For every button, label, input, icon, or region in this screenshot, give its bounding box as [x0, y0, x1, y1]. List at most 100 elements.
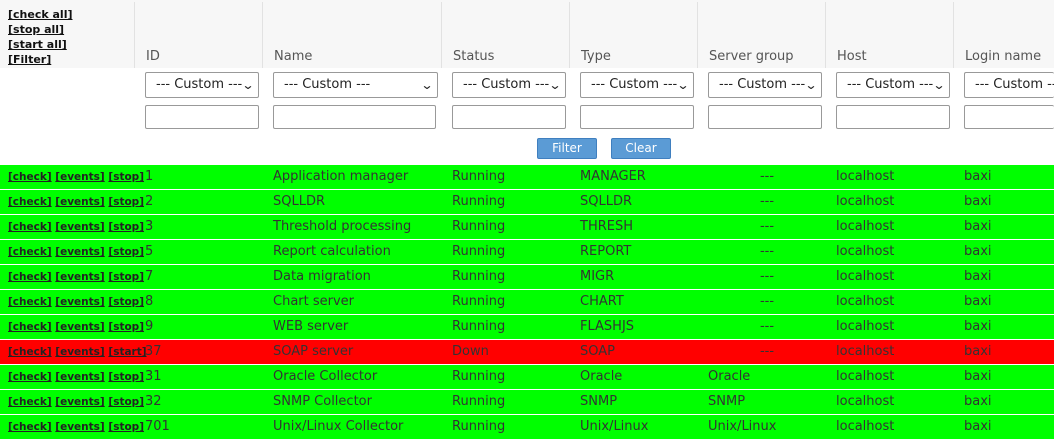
- stop-link[interactable]: [stop]: [108, 196, 144, 208]
- cell-server-group: ---: [759, 294, 775, 309]
- events-link[interactable]: [events]: [55, 396, 104, 408]
- column-header-login-name-label: Login name: [965, 49, 1042, 64]
- check-link[interactable]: [check]: [8, 196, 52, 208]
- table-row[interactable]: [check] [events] [stop] 3 Threshold proces…: [0, 215, 1054, 239]
- check-all-link[interactable]: [check all]: [8, 8, 73, 21]
- id-filter-input[interactable]: [145, 105, 259, 129]
- table-row[interactable]: [check] [events] [stop] 5 Report calculati…: [0, 240, 1054, 264]
- column-header-status[interactable]: Status: [442, 2, 570, 68]
- host-filter-select[interactable]: --- Custom --- ⌄: [836, 72, 950, 98]
- type-filter-select[interactable]: --- Custom --- ⌄: [580, 72, 694, 98]
- table-row[interactable]: [check] [events] [stop] 1 Application mana…: [0, 165, 1054, 189]
- cell-name: SQLLDR: [273, 194, 326, 209]
- column-header-login-name[interactable]: Login name: [954, 2, 1054, 68]
- check-link[interactable]: [check]: [8, 371, 52, 383]
- table-row[interactable]: [check] [events] [stop] 701 Unix/Linux Col…: [0, 415, 1054, 439]
- cell-host: localhost: [836, 394, 895, 409]
- check-link[interactable]: [check]: [8, 221, 52, 233]
- host-filter-input[interactable]: [836, 105, 950, 129]
- cell-name: Unix/Linux Collector: [273, 419, 404, 434]
- column-header-name[interactable]: Name: [263, 2, 442, 68]
- start-all-link[interactable]: [start all]: [8, 38, 67, 51]
- name-filter-select[interactable]: --- Custom --- ⌄: [273, 72, 438, 98]
- clear-button[interactable]: Clear: [611, 138, 671, 159]
- events-link[interactable]: [events]: [55, 246, 104, 258]
- stop-link[interactable]: [stop]: [108, 371, 144, 383]
- events-link[interactable]: [events]: [55, 196, 104, 208]
- cell-host: localhost: [836, 344, 895, 359]
- cell-status: Down: [452, 344, 489, 359]
- cell-id: 701: [145, 419, 170, 434]
- check-link[interactable]: [check]: [8, 321, 52, 333]
- cell-name: Application manager: [273, 169, 409, 184]
- events-link[interactable]: [events]: [55, 371, 104, 383]
- stop-link[interactable]: [stop]: [108, 396, 144, 408]
- check-link[interactable]: [check]: [8, 396, 52, 408]
- events-link[interactable]: [events]: [55, 221, 104, 233]
- start-link[interactable]: [start]: [108, 346, 146, 358]
- table-header: [check all] [stop all] [start all] [Filt…: [0, 0, 1054, 160]
- stop-all-link[interactable]: [stop all]: [8, 23, 64, 36]
- process-table-body: [check] [events] [stop] 1 Application mana…: [0, 165, 1054, 440]
- check-link[interactable]: [check]: [8, 421, 52, 433]
- login-name-filter-input[interactable]: [964, 105, 1054, 129]
- stop-link[interactable]: [stop]: [108, 321, 144, 333]
- table-row[interactable]: [check] [events] [stop] 9 WEB server Runnin…: [0, 315, 1054, 339]
- name-filter-input[interactable]: [273, 105, 436, 129]
- stop-link[interactable]: [stop]: [108, 221, 144, 233]
- cell-login-name: baxi: [964, 269, 992, 284]
- events-link[interactable]: [events]: [55, 321, 104, 333]
- chevron-down-icon: ⌄: [676, 78, 690, 92]
- check-link[interactable]: [check]: [8, 246, 52, 258]
- cell-type: Oracle: [580, 369, 623, 384]
- table-row[interactable]: [check] [events] [stop] 32 SNMP Collector R…: [0, 390, 1054, 414]
- status-filter-input[interactable]: [452, 105, 566, 129]
- column-header-host[interactable]: Host: [826, 2, 954, 68]
- table-row[interactable]: [check] [events] [stop] 31 Oracle Collecto…: [0, 365, 1054, 389]
- events-link[interactable]: [events]: [55, 346, 104, 358]
- cell-host: localhost: [836, 369, 895, 384]
- cell-host: localhost: [836, 169, 895, 184]
- events-link[interactable]: [events]: [55, 171, 104, 183]
- check-link[interactable]: [check]: [8, 171, 52, 183]
- cell-server-group: Oracle: [708, 369, 751, 384]
- cell-host: localhost: [836, 269, 895, 284]
- check-link[interactable]: [check]: [8, 271, 52, 283]
- stop-link[interactable]: [stop]: [108, 246, 144, 258]
- type-filter-input[interactable]: [580, 105, 694, 129]
- chevron-down-icon: ⌄: [241, 78, 255, 92]
- events-link[interactable]: [events]: [55, 296, 104, 308]
- column-header-server-group-label: Server group: [709, 49, 794, 64]
- row-actions: [check] [events] [stop]: [8, 240, 144, 264]
- table-row[interactable]: [check] [events] [stop] 8 Chart server Runn…: [0, 290, 1054, 314]
- id-filter-select[interactable]: --- Custom --- ⌄: [145, 72, 259, 98]
- row-actions: [check] [events] [stop]: [8, 315, 144, 339]
- stop-link[interactable]: [stop]: [108, 271, 144, 283]
- cell-host: localhost: [836, 419, 895, 434]
- status-filter-select[interactable]: --- Custom --- ⌄: [452, 72, 566, 98]
- cell-type: FLASHJS: [580, 319, 635, 334]
- login-name-filter-select[interactable]: --- Custom ---: [964, 72, 1054, 98]
- cell-id: 2: [145, 194, 154, 209]
- filter-link[interactable]: [Filter]: [8, 53, 51, 66]
- events-link[interactable]: [events]: [55, 421, 104, 433]
- events-link[interactable]: [events]: [55, 271, 104, 283]
- stop-link[interactable]: [stop]: [108, 296, 144, 308]
- table-row[interactable]: [check] [events] [stop] 7 Data migration Ru…: [0, 265, 1054, 289]
- cell-login-name: baxi: [964, 419, 992, 434]
- check-link[interactable]: [check]: [8, 346, 52, 358]
- server-group-filter-select[interactable]: --- Custom --- ⌄: [708, 72, 822, 98]
- check-link[interactable]: [check]: [8, 296, 52, 308]
- table-row[interactable]: [check] [events] [start] 37 SOAP server Dow…: [0, 340, 1054, 364]
- column-header-type[interactable]: Type: [570, 2, 698, 68]
- column-header-server-group[interactable]: Server group: [698, 2, 826, 68]
- row-actions: [check] [events] [stop]: [8, 390, 144, 414]
- column-header-id[interactable]: ID: [135, 2, 263, 68]
- table-row[interactable]: [check] [events] [stop] 2 SQLLDR Running SQL…: [0, 190, 1054, 214]
- filter-button[interactable]: Filter: [537, 138, 597, 159]
- server-group-filter-input[interactable]: [708, 105, 822, 129]
- stop-link[interactable]: [stop]: [108, 421, 144, 433]
- cell-server-group: Unix/Linux: [708, 419, 777, 434]
- cell-status: Running: [452, 294, 506, 309]
- stop-link[interactable]: [stop]: [108, 171, 144, 183]
